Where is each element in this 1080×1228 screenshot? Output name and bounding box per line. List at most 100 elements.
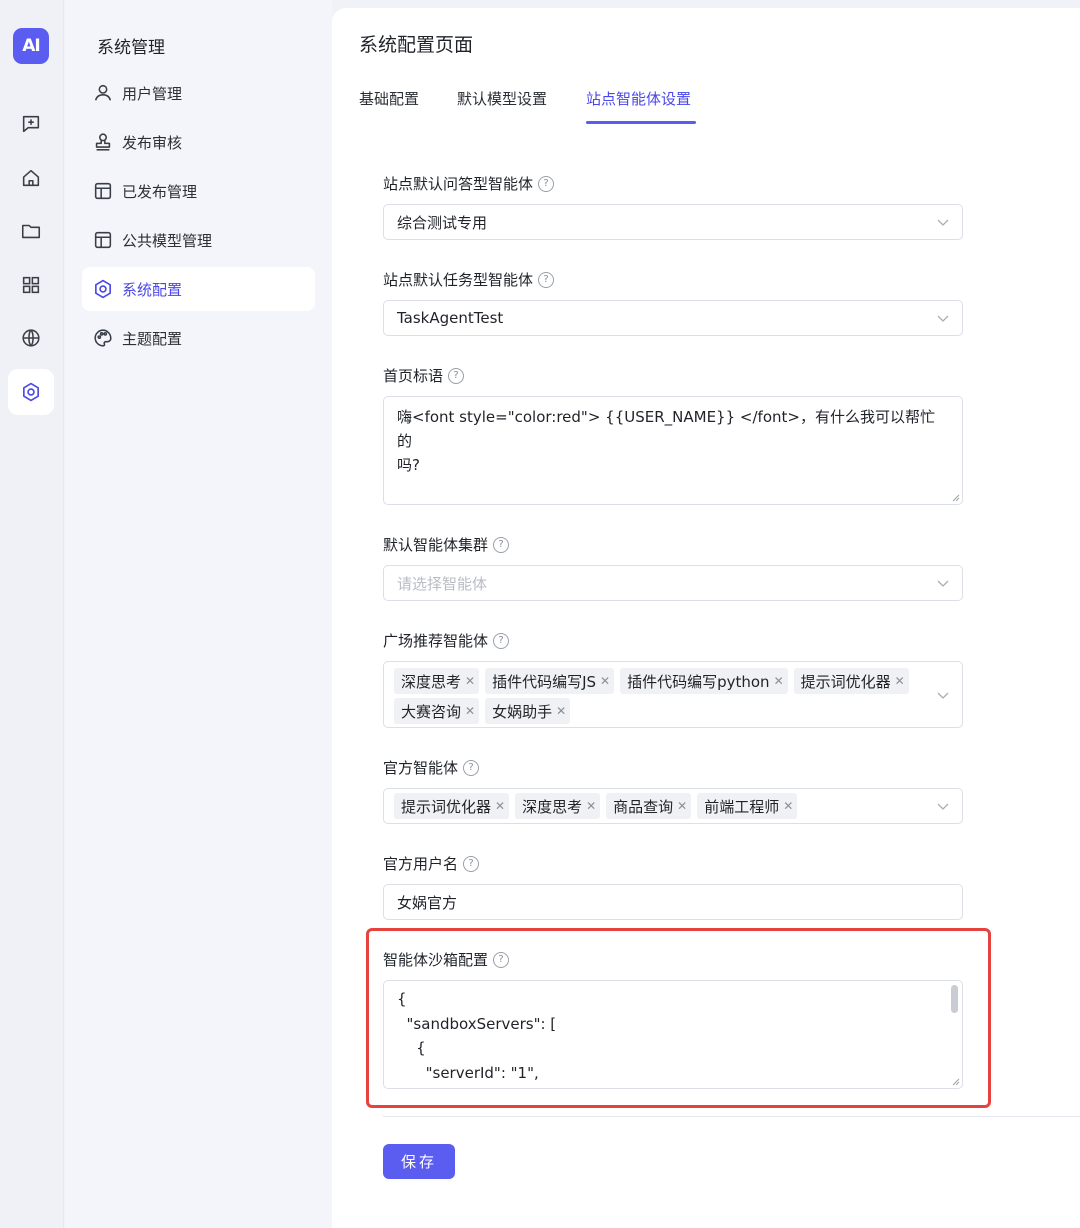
official-username-input[interactable]: 女娲官方 bbox=[383, 884, 963, 920]
home-icon[interactable] bbox=[8, 155, 54, 201]
user-icon bbox=[94, 84, 112, 101]
slogan-label: 首页标语 ? bbox=[383, 365, 465, 386]
main-panel: 系统配置页面 基础配置 默认模型设置 站点智能体设置 站点默认问答型智能体 ? … bbox=[332, 8, 1080, 1228]
sidebar-item-label: 用户管理 bbox=[122, 84, 183, 103]
chat-plus-icon[interactable] bbox=[8, 101, 54, 147]
resize-handle[interactable] bbox=[952, 494, 960, 502]
tag-label: 女娲助手 bbox=[492, 702, 553, 721]
slogan-line-1: 嗨<font style="color:red"> {{USER_NAME}} … bbox=[397, 408, 935, 450]
qa-agent-select[interactable]: 综合测试专用 bbox=[383, 204, 963, 240]
sidebar-title: 系统管理 bbox=[97, 38, 165, 58]
close-icon[interactable]: ✕ bbox=[556, 704, 566, 718]
cluster-placeholder: 请选择智能体 bbox=[397, 574, 488, 593]
slogan-line-2: 吗? bbox=[397, 456, 420, 474]
sidebar-item-users[interactable]: 用户管理 bbox=[82, 71, 315, 115]
active-tab-indicator bbox=[586, 121, 696, 124]
official-agents-label: 官方智能体 ? bbox=[383, 757, 480, 778]
official-agents-select[interactable]: 提示词优化器 ✕ 深度思考 ✕ 商品查询 ✕ 前端工程师 ✕ bbox=[383, 788, 963, 824]
task-agent-label-text: 站点默认任务型智能体 bbox=[383, 271, 534, 289]
help-icon[interactable]: ? bbox=[538, 175, 555, 192]
cluster-select[interactable]: 请选择智能体 bbox=[383, 565, 963, 601]
save-button[interactable]: 保存 bbox=[383, 1144, 455, 1179]
task-agent-label: 站点默认任务型智能体 ? bbox=[383, 269, 555, 290]
folder-icon[interactable] bbox=[8, 208, 54, 254]
sandbox-config-textarea[interactable]: { "sandboxServers": [ { "serverId": "1", bbox=[383, 980, 963, 1089]
tag-label: 插件代码编写python bbox=[627, 672, 770, 691]
chevron-down-icon bbox=[937, 219, 949, 226]
close-icon[interactable]: ✕ bbox=[465, 704, 475, 718]
system-sidebar: 系统管理 用户管理 发布审核 已发布管理 公共模型管理 系统配置 主题配置 bbox=[65, 0, 332, 1228]
sidebar-item-public-models[interactable]: 公共模型管理 bbox=[82, 218, 315, 262]
help-icon[interactable]: ? bbox=[538, 271, 555, 288]
square-agents-select[interactable]: 深度思考 ✕ 插件代码编写JS ✕ 插件代码编写python ✕ 提示词优化器 ✕ 大赛… bbox=[383, 661, 963, 728]
square-agents-label: 广场推荐智能体 ? bbox=[383, 630, 510, 651]
close-icon[interactable]: ✕ bbox=[895, 674, 905, 688]
tag: 插件代码编写python ✕ bbox=[620, 668, 788, 694]
code-line: { bbox=[397, 990, 407, 1008]
sidebar-item-system-config[interactable]: 系统配置 bbox=[82, 267, 315, 311]
help-icon[interactable]: ? bbox=[493, 536, 510, 553]
sandbox-config-label-text: 智能体沙箱配置 bbox=[383, 951, 489, 969]
slogan-label-text: 首页标语 bbox=[383, 367, 444, 385]
layout-icon bbox=[94, 182, 112, 200]
tag-label: 插件代码编写JS bbox=[492, 672, 597, 691]
app-logo[interactable]: AI bbox=[13, 28, 49, 64]
help-icon[interactable]: ? bbox=[448, 367, 465, 384]
official-username-value: 女娲官方 bbox=[397, 893, 458, 912]
sidebar-item-theme[interactable]: 主题配置 bbox=[82, 316, 315, 360]
sidebar-item-label: 发布审核 bbox=[122, 133, 183, 152]
tag-label: 深度思考 bbox=[401, 672, 462, 691]
grid-icon[interactable] bbox=[8, 262, 54, 308]
close-icon[interactable]: ✕ bbox=[465, 674, 475, 688]
close-icon[interactable]: ✕ bbox=[774, 674, 784, 688]
sidebar-item-label: 主题配置 bbox=[122, 329, 183, 348]
tag: 女娲助手 ✕ bbox=[485, 698, 571, 724]
close-icon[interactable]: ✕ bbox=[586, 799, 596, 813]
slogan-textarea[interactable]: 嗨<font style="color:red"> {{USER_NAME}} … bbox=[383, 396, 963, 505]
tag-label: 提示词优化器 bbox=[401, 797, 492, 816]
page-title: 系统配置页面 bbox=[359, 34, 474, 56]
official-agents-label-text: 官方智能体 bbox=[383, 759, 459, 777]
sidebar-item-label: 系统配置 bbox=[122, 280, 183, 299]
tag-label: 深度思考 bbox=[522, 797, 583, 816]
tag-label: 商品查询 bbox=[613, 797, 674, 816]
layout-icon bbox=[94, 231, 112, 249]
resize-handle[interactable] bbox=[952, 1078, 960, 1086]
qa-agent-value: 综合测试专用 bbox=[397, 213, 488, 232]
globe-icon[interactable] bbox=[8, 315, 54, 361]
square-agents-label-text: 广场推荐智能体 bbox=[383, 632, 489, 650]
sidebar-item-published[interactable]: 已发布管理 bbox=[82, 169, 315, 213]
tag: 提示词优化器 ✕ bbox=[793, 668, 909, 694]
chevron-down-icon bbox=[937, 803, 949, 810]
close-icon[interactable]: ✕ bbox=[600, 674, 610, 688]
palette-icon bbox=[94, 329, 112, 347]
icon-rail: AI bbox=[0, 0, 64, 1228]
task-agent-select[interactable]: TaskAgentTest bbox=[383, 300, 963, 336]
code-line: { bbox=[397, 1039, 426, 1057]
tag: 深度思考 ✕ bbox=[394, 668, 480, 694]
close-icon[interactable]: ✕ bbox=[495, 799, 505, 813]
sidebar-item-review[interactable]: 发布审核 bbox=[82, 120, 315, 164]
close-icon[interactable]: ✕ bbox=[783, 799, 793, 813]
qa-agent-label-text: 站点默认问答型智能体 bbox=[383, 175, 534, 193]
tag-label: 大赛咨询 bbox=[401, 702, 462, 721]
cluster-label: 默认智能体集群 ? bbox=[383, 534, 510, 555]
sandbox-config-label: 智能体沙箱配置 ? bbox=[383, 949, 510, 970]
settings-icon[interactable] bbox=[8, 369, 54, 415]
help-icon[interactable]: ? bbox=[493, 632, 510, 649]
tab-default-model[interactable]: 默认模型设置 bbox=[457, 88, 547, 124]
tab-site-agent[interactable]: 站点智能体设置 bbox=[586, 88, 691, 124]
close-icon[interactable]: ✕ bbox=[677, 799, 687, 813]
divider bbox=[383, 1116, 1080, 1117]
help-icon[interactable]: ? bbox=[493, 951, 510, 968]
chevron-down-icon bbox=[937, 315, 949, 322]
help-icon[interactable]: ? bbox=[463, 759, 480, 776]
help-icon[interactable]: ? bbox=[463, 855, 480, 872]
code-line: "sandboxServers": [ bbox=[397, 1014, 557, 1033]
sidebar-item-label: 公共模型管理 bbox=[122, 231, 213, 250]
scrollbar[interactable] bbox=[951, 985, 958, 1013]
cluster-label-text: 默认智能体集群 bbox=[383, 536, 489, 554]
official-username-label: 官方用户名 ? bbox=[383, 853, 480, 874]
tag-label: 提示词优化器 bbox=[800, 672, 891, 691]
tab-basic-config[interactable]: 基础配置 bbox=[359, 88, 419, 124]
